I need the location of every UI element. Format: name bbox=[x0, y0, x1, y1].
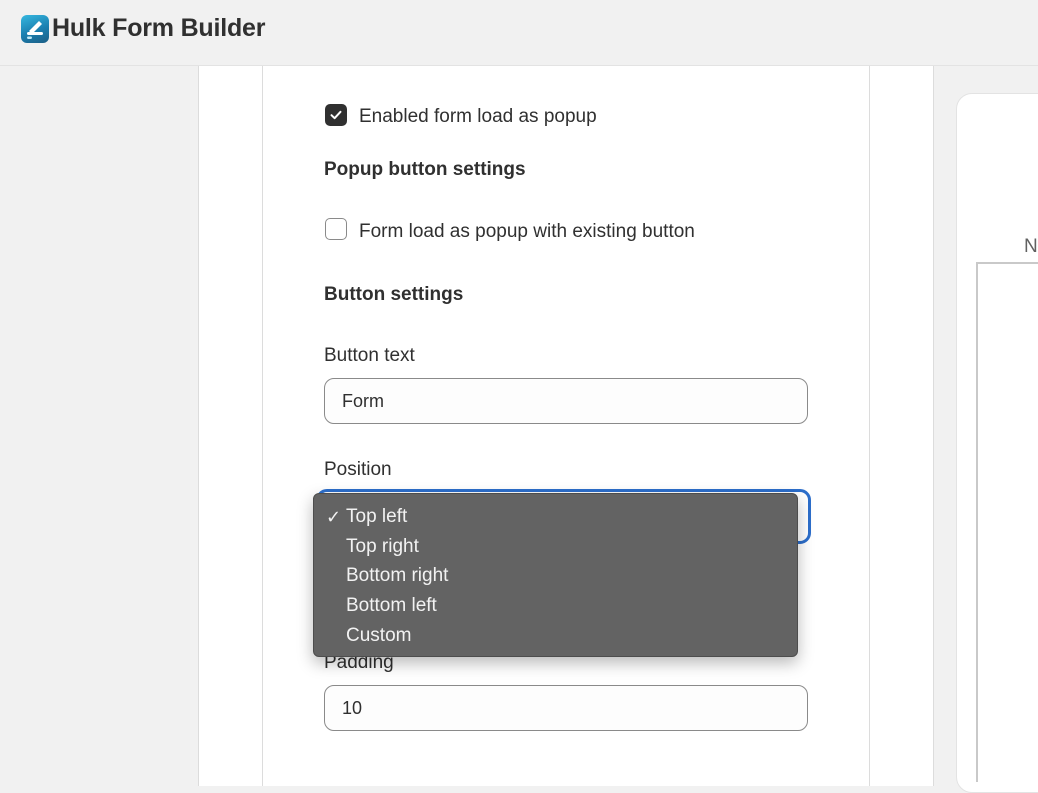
existing-button-label[interactable]: Form load as popup with existing button bbox=[359, 221, 695, 243]
position-option-bottom-right[interactable]: Bottom right bbox=[314, 561, 797, 591]
position-dropdown-menu: ✓ Top left Top right Bottom right Bottom… bbox=[313, 493, 798, 657]
hulk-logo-icon bbox=[21, 15, 49, 43]
popup-button-settings-heading: Popup button settings bbox=[324, 159, 526, 180]
checkmark-icon bbox=[330, 110, 342, 120]
position-label: Position bbox=[324, 459, 392, 480]
button-settings-heading: Button settings bbox=[324, 284, 464, 305]
enable-popup-label[interactable]: Enabled form load as popup bbox=[359, 106, 597, 128]
button-text-input[interactable]: Form bbox=[324, 378, 808, 424]
position-option-custom[interactable]: Custom bbox=[314, 621, 797, 651]
option-label: Bottom right bbox=[346, 565, 449, 587]
app-header: Hulk Form Builder bbox=[0, 0, 1038, 66]
checkmark-icon: ✓ bbox=[326, 507, 342, 527]
preview-partial-text: N bbox=[1024, 236, 1038, 257]
position-option-bottom-left[interactable]: Bottom left bbox=[314, 591, 797, 621]
option-label: Top right bbox=[346, 535, 419, 557]
position-option-top-right[interactable]: Top right bbox=[314, 532, 797, 562]
preview-frame bbox=[976, 262, 1038, 782]
position-option-top-left[interactable]: ✓ Top left bbox=[314, 502, 797, 532]
enable-popup-checkbox[interactable] bbox=[325, 104, 347, 126]
button-text-label: Button text bbox=[324, 345, 415, 366]
padding-input[interactable]: 10 bbox=[324, 685, 808, 731]
app-title: Hulk Form Builder bbox=[52, 14, 266, 42]
option-label: Bottom left bbox=[346, 595, 437, 617]
option-label: Custom bbox=[346, 624, 412, 646]
option-label: Top left bbox=[346, 506, 408, 527]
existing-button-checkbox[interactable] bbox=[325, 218, 347, 240]
